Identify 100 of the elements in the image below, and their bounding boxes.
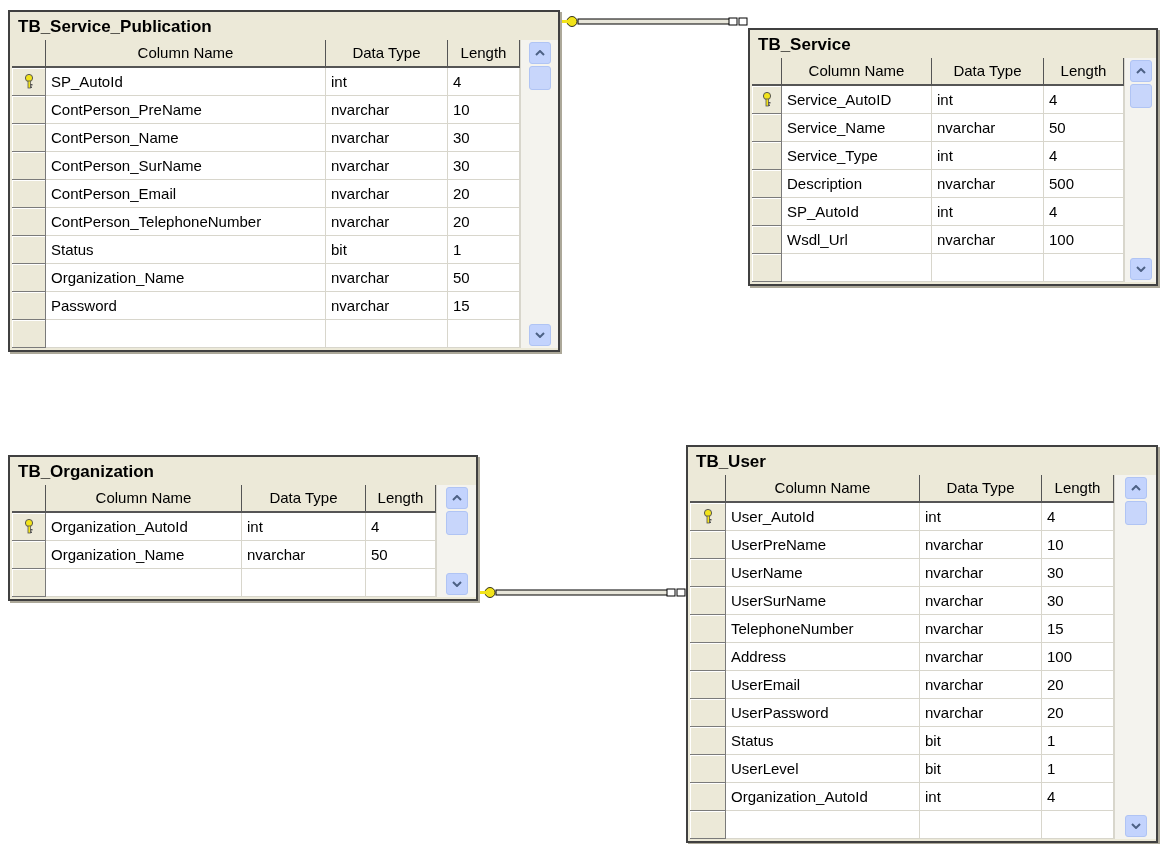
row-selector[interactable] [690, 727, 726, 755]
column-header[interactable]: Length [1044, 58, 1124, 86]
scroll-up-button[interactable] [1124, 477, 1147, 499]
row-selector[interactable] [690, 671, 726, 699]
row-selector[interactable] [690, 503, 726, 531]
column-header[interactable]: Data Type [242, 485, 366, 513]
column-header[interactable]: Data Type [326, 40, 448, 68]
column-header[interactable]: Data Type [920, 475, 1042, 503]
table-cell: 100 [1042, 643, 1114, 671]
column-header[interactable]: Length [1042, 475, 1114, 503]
scroll-down-button[interactable] [1124, 815, 1147, 837]
row-selector[interactable] [690, 783, 726, 811]
table-window[interactable] [8, 10, 560, 352]
chevron-up-icon [534, 50, 545, 56]
table-cell: 4 [1042, 503, 1114, 531]
scroll-thumb[interactable] [1129, 84, 1152, 108]
row-selector[interactable] [690, 615, 726, 643]
row-selector[interactable] [12, 292, 46, 320]
table-cell: Organization_AutoId [726, 783, 920, 811]
scroll-thumb[interactable] [528, 66, 551, 90]
table-cell: 4 [448, 68, 520, 96]
scrollbar[interactable] [520, 40, 558, 348]
row-selector[interactable] [12, 152, 46, 180]
column-header[interactable]: Length [366, 485, 436, 513]
row-selector[interactable] [690, 643, 726, 671]
row-selector[interactable] [752, 86, 782, 114]
table-cell: 4 [1044, 198, 1124, 226]
row-selector[interactable] [12, 320, 46, 348]
row-selector[interactable] [12, 569, 46, 597]
table-cell: UserName [726, 559, 920, 587]
row-selector[interactable] [12, 124, 46, 152]
row-selector[interactable] [12, 96, 46, 124]
chevron-up-icon [451, 495, 462, 501]
scroll-down-button[interactable] [445, 573, 468, 595]
table-cell: Organization_AutoId [46, 513, 242, 541]
table-window[interactable]: TB_Organization Column Name Data Type Length Organization_AutoId int 4 Organization_Name nvarchar 50 [8, 455, 478, 601]
row-selector[interactable] [752, 226, 782, 254]
table-cell: SP_AutoId [782, 198, 932, 226]
scroll-up-button[interactable] [1129, 60, 1152, 82]
scrollbar[interactable] [1124, 58, 1156, 282]
row-selector[interactable] [690, 559, 726, 587]
table-title: TB_Organization [17, 461, 155, 483]
scroll-up-button[interactable] [445, 487, 468, 509]
table-cell: UserPassword [726, 699, 920, 727]
table-cell: nvarchar [920, 587, 1042, 615]
table-cell: ContPerson_Name [46, 124, 326, 152]
scroll-thumb[interactable] [1124, 501, 1147, 525]
row-selector[interactable] [12, 541, 46, 569]
table-cell: bit [326, 236, 448, 264]
row-selector[interactable] [12, 68, 46, 96]
table-window[interactable]: TB_Service Column Name Data Type Length Service_AutoID int 4 Service_Name nvarchar 50 Service_Type int 4 Description nvarchar 500 SP_AutoId int 4 Wsdl_Url nvarchar 100 [748, 28, 1158, 286]
scroll-down-button[interactable] [528, 324, 551, 346]
row-selector[interactable] [690, 755, 726, 783]
row-selector[interactable] [690, 699, 726, 727]
scroll-thumb[interactable] [445, 511, 468, 535]
row-selector[interactable] [12, 180, 46, 208]
column-header[interactable]: Column Name [46, 40, 326, 68]
table-cell: 1 [448, 236, 520, 264]
column-header[interactable]: Column Name [782, 58, 932, 86]
table-cell: 4 [1044, 142, 1124, 170]
table-cell: Organization_Name [46, 264, 326, 292]
scrollbar[interactable] [1114, 475, 1156, 839]
row-selector[interactable] [690, 811, 726, 839]
table-cell: Service_Name [782, 114, 932, 142]
row-selector[interactable] [752, 198, 782, 226]
row-selector[interactable] [12, 236, 46, 264]
table-cell: ContPerson_PreName [46, 96, 326, 124]
row-selector[interactable] [12, 264, 46, 292]
row-selector[interactable] [12, 208, 46, 236]
table-cell: UserPreName [726, 531, 920, 559]
table-cell: UserEmail [726, 671, 920, 699]
row-selector[interactable] [690, 531, 726, 559]
table-cell: SP_AutoId [46, 68, 326, 96]
header-corner [752, 58, 782, 86]
table-cell: 50 [366, 541, 436, 569]
row-selector[interactable] [752, 170, 782, 198]
table-window[interactable] [686, 445, 1158, 843]
column-header[interactable]: Length [448, 40, 520, 68]
table-cell: 100 [1044, 226, 1124, 254]
scroll-down-button[interactable] [1129, 258, 1152, 280]
row-selector[interactable] [752, 114, 782, 142]
table-cell: Wsdl_Url [782, 226, 932, 254]
column-header[interactable]: Column Name [726, 475, 920, 503]
table-cell: int [932, 86, 1044, 114]
table-cell: ContPerson_SurName [46, 152, 326, 180]
row-selector[interactable] [752, 142, 782, 170]
table-cell: nvarchar [326, 292, 448, 320]
scrollbar[interactable] [436, 485, 476, 597]
row-selector[interactable] [752, 254, 782, 282]
table-cell: nvarchar [920, 615, 1042, 643]
row-selector[interactable] [690, 587, 726, 615]
table-cell: Description [782, 170, 932, 198]
column-header[interactable]: Data Type [932, 58, 1044, 86]
scroll-up-button[interactable] [528, 42, 551, 64]
table-cell: nvarchar [326, 96, 448, 124]
key-icon [23, 74, 34, 89]
row-selector[interactable] [12, 513, 46, 541]
table-cell: 4 [1044, 86, 1124, 114]
header-corner [12, 485, 46, 513]
column-header[interactable]: Column Name [46, 485, 242, 513]
